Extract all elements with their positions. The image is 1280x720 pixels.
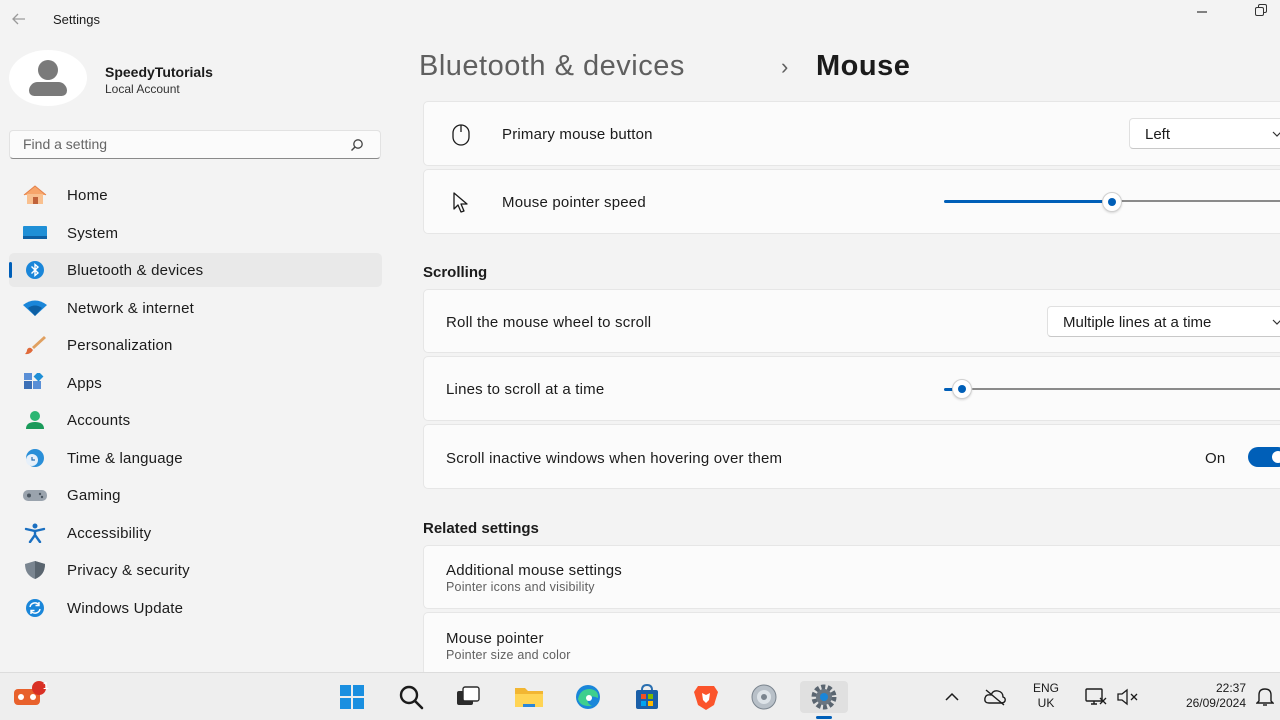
- additional-mouse-settings-sub: Pointer icons and visibility: [446, 580, 595, 594]
- lines-to-scroll-track[interactable]: [972, 388, 1280, 390]
- mouse-icon: [451, 124, 471, 151]
- account-type: Local Account: [105, 82, 180, 96]
- sidebar-item-windows-update[interactable]: Windows Update: [9, 591, 382, 625]
- notification-bell-icon[interactable]: [1254, 681, 1276, 713]
- selected-indicator: [9, 262, 12, 278]
- pointer-speed-track[interactable]: [1112, 200, 1280, 202]
- scrolling-heading: Scrolling: [423, 264, 488, 281]
- sidebar-item-personalization[interactable]: Personalization: [9, 328, 382, 362]
- inactive-scroll-label: Scroll inactive windows when hovering ov…: [446, 450, 783, 467]
- notification-badge: 1: [43, 681, 49, 692]
- additional-mouse-settings-card[interactable]: Additional mouse settings Pointer icons …: [423, 545, 1280, 609]
- mouse-pointer-sub: Pointer size and color: [446, 648, 571, 662]
- breadcrumb-separator: ›: [781, 54, 789, 79]
- user-name: SpeedyTutorials: [105, 64, 213, 80]
- related-settings-heading: Related settings: [423, 520, 539, 537]
- mouse-pointer-label: Mouse pointer: [446, 630, 544, 647]
- language-line1[interactable]: ENG: [1026, 681, 1066, 695]
- clock-globe-icon: [22, 448, 46, 468]
- minimize-button[interactable]: [1194, 2, 1210, 18]
- additional-mouse-settings-label: Additional mouse settings: [446, 562, 622, 579]
- search-input[interactable]: [23, 136, 343, 152]
- back-arrow-icon[interactable]: [8, 8, 30, 30]
- app-title: Settings: [53, 12, 100, 27]
- brave-icon[interactable]: [690, 681, 722, 713]
- search-icon[interactable]: [395, 681, 427, 713]
- sidebar-item-gaming[interactable]: Gaming: [9, 478, 382, 512]
- volume-muted-icon[interactable]: [1114, 681, 1142, 713]
- bluetooth-icon: [22, 260, 46, 280]
- search-box[interactable]: [9, 130, 381, 159]
- primary-mouse-button-label: Primary mouse button: [502, 126, 653, 143]
- task-view-icon[interactable]: [452, 681, 484, 713]
- active-app-indicator: [816, 716, 832, 719]
- pointer-speed-label: Mouse pointer speed: [502, 194, 646, 211]
- sidebar-item-accessibility[interactable]: Accessibility: [9, 516, 382, 550]
- chevron-down-icon: [1271, 127, 1280, 141]
- sidebar-item-time-language[interactable]: Time & language: [9, 441, 382, 475]
- shield-icon: [22, 560, 46, 580]
- sidebar-item-privacy[interactable]: Privacy & security: [9, 553, 382, 587]
- onedrive-offline-icon[interactable]: [981, 681, 1009, 713]
- primary-mouse-button-card: Primary mouse button Left: [423, 101, 1280, 166]
- pointer-speed-slider-thumb[interactable]: [1102, 192, 1122, 212]
- toggle-state-label: On: [1205, 450, 1226, 467]
- inactive-scroll-card: Scroll inactive windows when hovering ov…: [423, 424, 1280, 489]
- store-icon[interactable]: [631, 681, 663, 713]
- settings-icon[interactable]: [800, 681, 848, 713]
- home-icon: [22, 185, 47, 205]
- breadcrumb-parent[interactable]: Bluetooth & devices: [419, 50, 685, 83]
- notification-app-icon[interactable]: 1: [12, 679, 49, 711]
- lines-to-scroll-card: Lines to scroll at a time: [423, 356, 1280, 421]
- update-icon: [22, 598, 46, 618]
- sidebar-item-home[interactable]: Home: [9, 178, 382, 212]
- search-icon[interactable]: [350, 138, 364, 152]
- edge-icon[interactable]: [572, 681, 604, 713]
- sidebar-item-system[interactable]: System: [9, 216, 382, 250]
- pointer-speed-card: Mouse pointer speed: [423, 169, 1280, 234]
- wheel-scroll-card: Roll the mouse wheel to scroll Multiple …: [423, 289, 1280, 353]
- wifi-icon: [22, 298, 47, 318]
- taskbar: 1 ENG UK 22:37 26/09/2024: [0, 672, 1280, 720]
- sidebar-item-bluetooth-devices[interactable]: Bluetooth & devices: [9, 253, 382, 287]
- accounts-icon: [22, 410, 46, 430]
- page-title: Mouse: [816, 50, 911, 82]
- accessibility-icon: [22, 523, 46, 543]
- gamepad-icon: [22, 485, 47, 505]
- apps-icon: [22, 371, 46, 393]
- system-icon: [22, 223, 47, 243]
- language-line2[interactable]: UK: [1026, 696, 1066, 710]
- lines-to-scroll-slider-thumb[interactable]: [952, 379, 972, 399]
- disc-icon[interactable]: [748, 681, 780, 713]
- restore-button[interactable]: [1255, 4, 1271, 20]
- wheel-scroll-label: Roll the mouse wheel to scroll: [446, 314, 652, 331]
- sidebar-item-accounts[interactable]: Accounts: [9, 403, 382, 437]
- inactive-scroll-toggle[interactable]: [1248, 447, 1280, 467]
- lines-to-scroll-label: Lines to scroll at a time: [446, 381, 605, 398]
- clock-date[interactable]: 26/09/2024: [1160, 696, 1246, 710]
- file-explorer-icon[interactable]: [513, 681, 545, 713]
- sidebar-item-network[interactable]: Network & internet: [9, 291, 382, 325]
- mouse-pointer-card[interactable]: Mouse pointer Pointer size and color: [423, 612, 1280, 676]
- title-bar: Settings: [0, 0, 1280, 40]
- start-icon[interactable]: [336, 681, 368, 713]
- sidebar-item-apps[interactable]: Apps: [9, 366, 382, 400]
- pointer-speed-fill: [944, 200, 1112, 203]
- avatar[interactable]: [9, 50, 87, 106]
- brush-icon: [22, 335, 46, 355]
- wheel-scroll-dropdown[interactable]: Multiple lines at a time: [1047, 306, 1280, 337]
- pointer-icon: [452, 192, 472, 219]
- chevron-up-icon[interactable]: [940, 681, 964, 713]
- sidebar-nav: Home System Bluetooth & devices Network …: [9, 178, 382, 628]
- chevron-down-icon: [1271, 315, 1280, 329]
- clock-time[interactable]: 22:37: [1196, 681, 1246, 695]
- primary-mouse-button-dropdown[interactable]: Left: [1129, 118, 1280, 149]
- network-icon[interactable]: [1082, 681, 1110, 713]
